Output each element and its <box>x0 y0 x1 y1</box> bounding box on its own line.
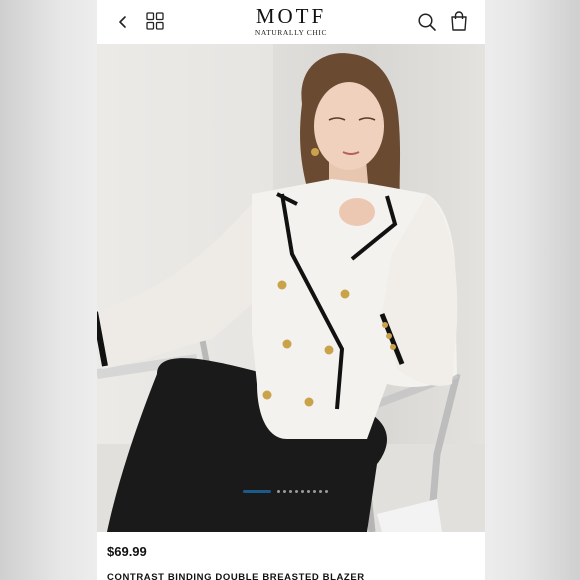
search-icon <box>418 13 436 31</box>
shopping-bag-icon <box>451 11 467 31</box>
grid-menu-button[interactable] <box>143 9 167 33</box>
product-image-carousel[interactable] <box>97 44 485 532</box>
carousel-dot[interactable] <box>301 489 304 493</box>
back-button[interactable] <box>111 10 135 34</box>
top-navigation-bar: MOTF NATURALLY CHIC <box>97 0 485 44</box>
carousel-pagination[interactable] <box>243 488 328 494</box>
carousel-dot[interactable] <box>313 489 316 493</box>
carousel-dot[interactable] <box>289 489 292 493</box>
carousel-dot[interactable] <box>277 489 280 493</box>
product-price: $69.99 <box>107 544 147 559</box>
carousel-dot[interactable] <box>325 489 328 493</box>
grid-icon <box>146 12 164 30</box>
brand-name: MOTF <box>255 4 327 28</box>
brand-tagline: NATURALLY CHIC <box>254 28 328 37</box>
carousel-dot[interactable] <box>307 489 310 493</box>
carousel-dot[interactable] <box>319 489 322 493</box>
app-screen: MOTF NATURALLY CHIC $69.99 CONTRAST BIND… <box>97 0 485 580</box>
search-button[interactable] <box>415 10 439 34</box>
back-icon <box>119 16 126 28</box>
product-photo <box>97 53 485 532</box>
brand-logo[interactable]: MOTF NATURALLY CHIC <box>217 5 365 37</box>
shopping-bag-button[interactable] <box>447 9 471 33</box>
carousel-dot-active[interactable] <box>243 489 271 493</box>
carousel-dot[interactable] <box>283 489 286 493</box>
product-name: CONTRAST BINDING DOUBLE BREASTED BLAZER <box>107 572 365 580</box>
carousel-dot[interactable] <box>295 489 298 493</box>
